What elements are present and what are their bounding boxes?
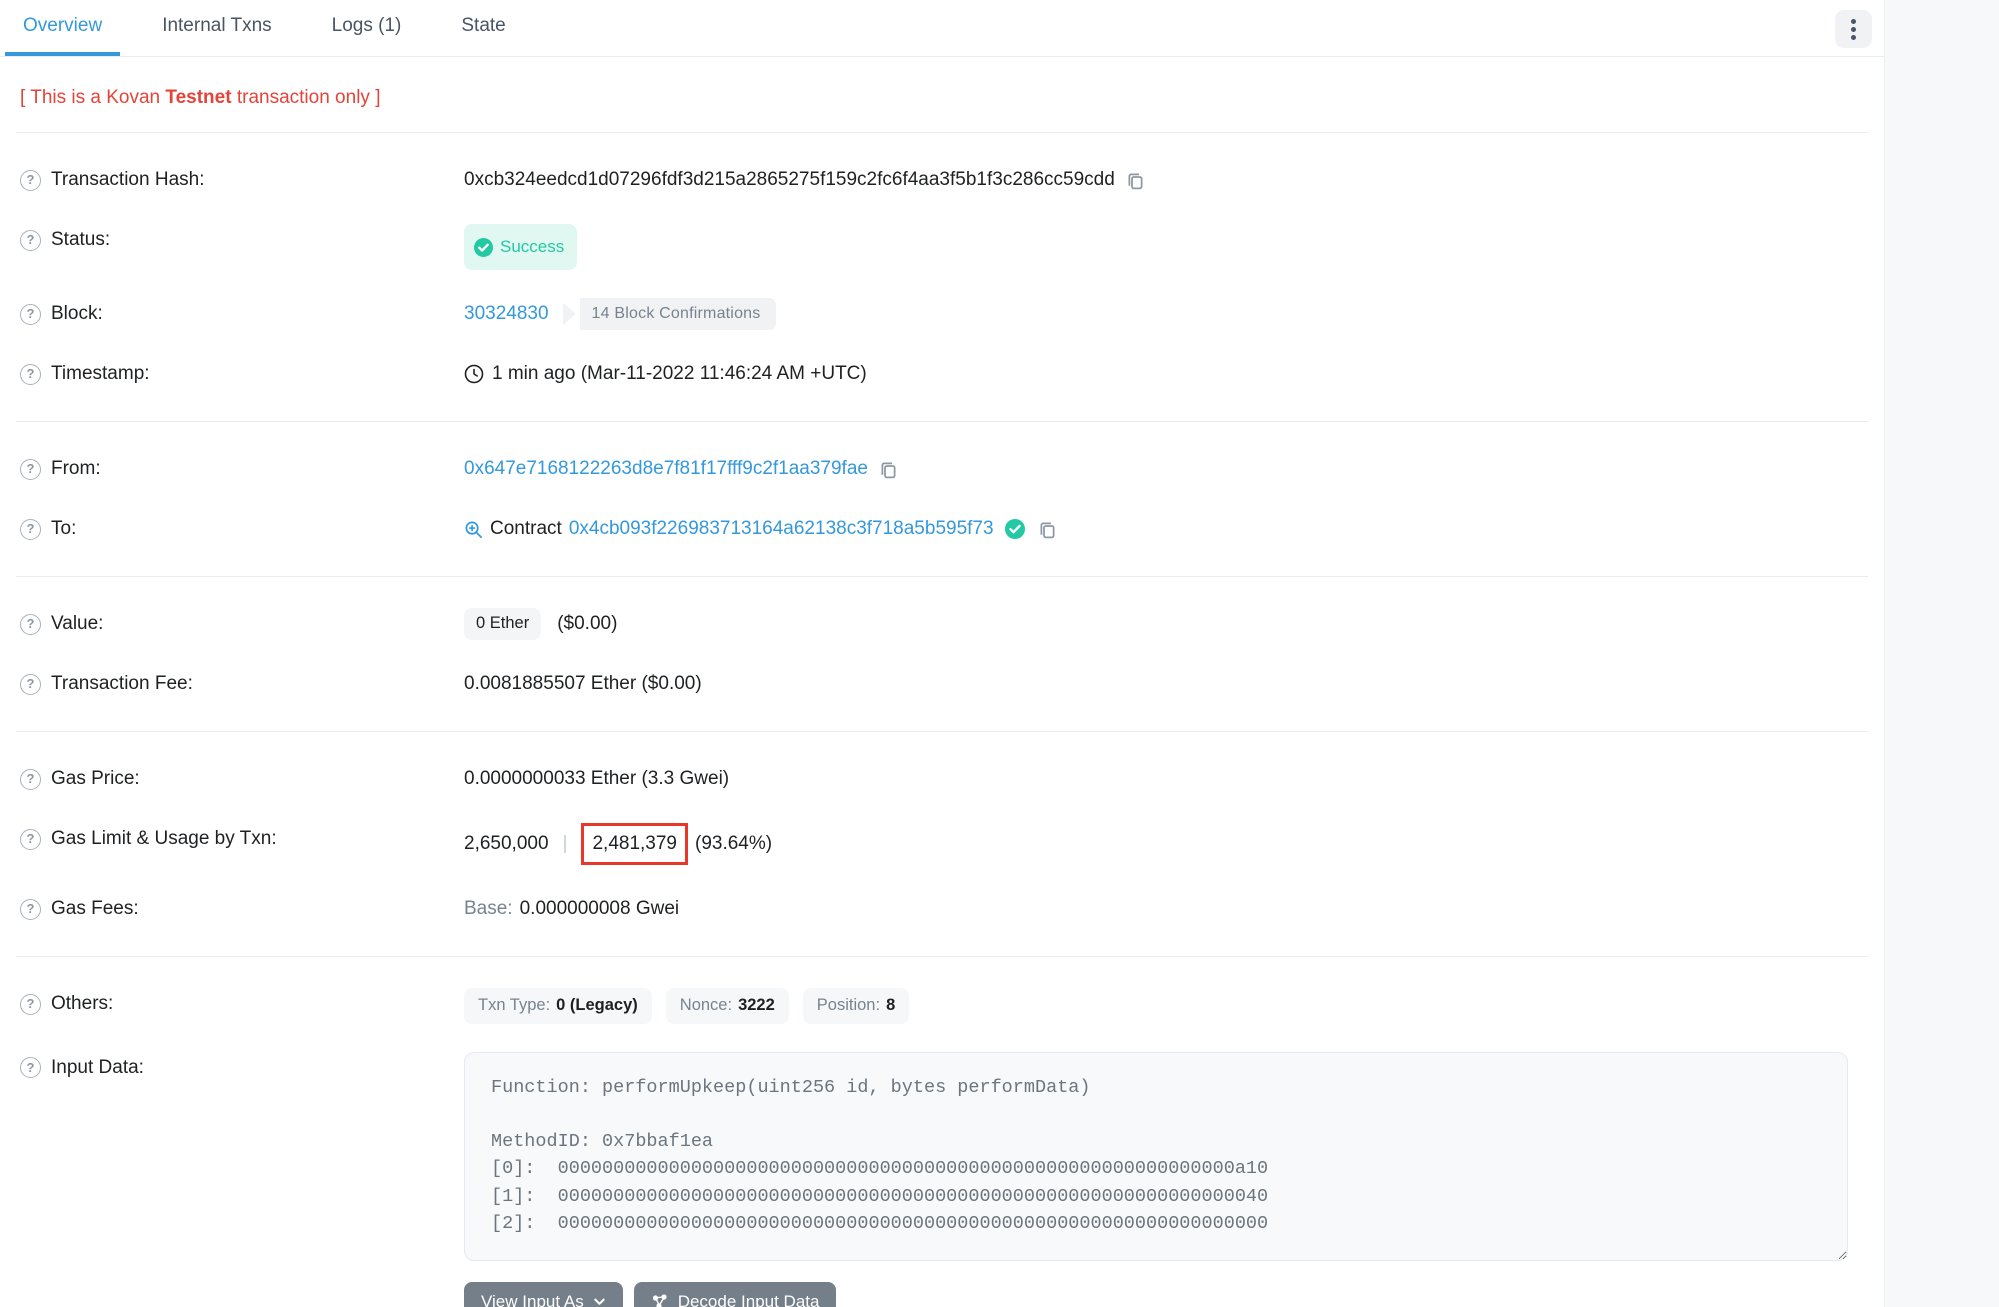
- row-transaction-fee: ? Transaction Fee: 0.0081885507 Ether ($…: [0, 654, 1884, 714]
- chevron-down-icon: [593, 1295, 606, 1307]
- gas-price-value: 0.0000000033 Ether (3.3 Gwei): [464, 763, 729, 795]
- help-icon[interactable]: ?: [20, 170, 41, 191]
- help-icon[interactable]: ?: [20, 230, 41, 251]
- row-label-text: Transaction Fee:: [51, 668, 193, 700]
- block-confirmations-badge: 14 Block Confirmations: [563, 298, 777, 330]
- help-icon[interactable]: ?: [20, 674, 41, 695]
- copy-icon: [1037, 519, 1058, 540]
- row-label-text: To:: [51, 513, 76, 545]
- annotation-highlight-box: 2,481,379: [581, 823, 688, 865]
- row-gas-price: ? Gas Price: 0.0000000033 Ether (3.3 Gwe…: [0, 749, 1884, 809]
- copy-icon: [878, 459, 899, 480]
- row-label-text: Others:: [51, 988, 113, 1020]
- help-icon[interactable]: ?: [20, 364, 41, 385]
- transaction-fee-value: 0.0081885507 Ether ($0.00): [464, 668, 702, 700]
- block-number-link[interactable]: 30324830: [464, 298, 549, 330]
- help-icon[interactable]: ?: [20, 459, 41, 480]
- row-label-text: Value:: [51, 608, 103, 640]
- decode-nodes-icon: [651, 1293, 669, 1307]
- txn-type-badge: Txn Type: 0 (Legacy): [464, 988, 652, 1024]
- row-gas-limit-usage: ? Gas Limit & Usage by Txn: 2,650,000 | …: [0, 809, 1884, 879]
- check-circle-icon: [474, 238, 493, 257]
- to-type-text: Contract: [490, 513, 562, 545]
- arrow-right-icon: [563, 303, 576, 325]
- row-label-text: Transaction Hash:: [51, 164, 204, 196]
- copy-to-address-button[interactable]: [1037, 519, 1058, 540]
- row-from: ? From: 0x647e7168122263d8e7f81f17fff9c2…: [0, 439, 1884, 499]
- row-transaction-hash: ? Transaction Hash: 0xcb324eedcd1d07296f…: [0, 150, 1884, 210]
- row-input-data: ? Input Data: Function: performUpkeep(ui…: [0, 1038, 1884, 1307]
- clock-icon: [464, 364, 484, 384]
- row-status: ? Status: Success: [0, 210, 1884, 284]
- help-icon[interactable]: ?: [20, 1057, 41, 1078]
- ellipsis-icon: [1851, 19, 1856, 24]
- row-timestamp: ? Timestamp: 1 min ago (Mar-11-2022 11:4…: [0, 344, 1884, 404]
- timestamp-value: 1 min ago (Mar-11-2022 11:46:24 AM +UTC): [492, 358, 867, 390]
- row-value: ? Value: 0 Ether ($0.00): [0, 594, 1884, 654]
- position-badge: Position: 8: [803, 988, 909, 1024]
- row-others: ? Others: Txn Type: 0 (Legacy) Nonce: 32…: [0, 974, 1884, 1038]
- copy-icon: [1125, 170, 1146, 191]
- row-gas-fees: ? Gas Fees: Base: 0.000000008 Gwei: [0, 879, 1884, 939]
- usd-value-text: ($0.00): [557, 608, 617, 640]
- row-label-text: Gas Fees:: [51, 893, 139, 925]
- help-icon[interactable]: ?: [20, 769, 41, 790]
- row-block: ? Block: 30324830 14 Block Confirmations: [0, 284, 1884, 344]
- testnet-warning: [ This is a Kovan Testnet transaction on…: [0, 57, 1884, 132]
- help-icon[interactable]: ?: [20, 614, 41, 635]
- ether-value-badge: 0 Ether: [464, 608, 541, 640]
- verified-check-icon: [1005, 519, 1025, 539]
- gas-used-value: 2,481,379: [592, 833, 677, 854]
- tab-internal-txns[interactable]: Internal Txns: [144, 0, 289, 56]
- row-label-text: Gas Limit & Usage by Txn:: [51, 823, 277, 855]
- row-label-text: From:: [51, 453, 101, 485]
- row-label-text: Status:: [51, 224, 110, 256]
- row-label-text: Timestamp:: [51, 358, 150, 390]
- status-text: Success: [500, 231, 564, 263]
- section-summary: ? Transaction Hash: 0xcb324eedcd1d07296f…: [0, 133, 1884, 421]
- status-badge: Success: [464, 224, 577, 270]
- base-fee-value: 0.000000008 Gwei: [520, 893, 680, 925]
- transaction-detail-card: Overview Internal Txns Logs (1) State [ …: [0, 0, 1885, 1307]
- gas-limit-value: 2,650,000: [464, 828, 549, 860]
- section-addresses: ? From: 0x647e7168122263d8e7f81f17fff9c2…: [0, 422, 1884, 576]
- more-options-button[interactable]: [1835, 10, 1872, 48]
- tab-bar: Overview Internal Txns Logs (1) State: [0, 0, 1884, 57]
- section-value-fee: ? Value: 0 Ether ($0.00) ? Transaction F…: [0, 577, 1884, 731]
- help-icon[interactable]: ?: [20, 994, 41, 1015]
- tab-state[interactable]: State: [443, 0, 523, 56]
- row-label-text: Input Data:: [51, 1052, 144, 1084]
- copy-txhash-button[interactable]: [1125, 170, 1146, 191]
- base-fee-label: Base:: [464, 893, 513, 925]
- section-gas: ? Gas Price: 0.0000000033 Ether (3.3 Gwe…: [0, 732, 1884, 956]
- help-icon[interactable]: ?: [20, 899, 41, 920]
- row-label-text: Gas Price:: [51, 763, 140, 795]
- transaction-hash-value: 0xcb324eedcd1d07296fdf3d215a2865275f159c…: [464, 164, 1115, 196]
- help-icon[interactable]: ?: [20, 829, 41, 850]
- separator: |: [563, 828, 568, 860]
- copy-from-address-button[interactable]: [878, 459, 899, 480]
- view-input-as-button[interactable]: View Input As: [464, 1282, 623, 1307]
- to-address-link[interactable]: 0x4cb093f226983713164a62138c3f718a5b595f…: [569, 513, 994, 545]
- row-to: ? To: Contract 0x4cb093f226983713164a621…: [0, 499, 1884, 559]
- nonce-badge: Nonce: 3222: [666, 988, 789, 1024]
- zoom-in-icon[interactable]: [464, 520, 483, 539]
- section-others-input: ? Others: Txn Type: 0 (Legacy) Nonce: 32…: [0, 957, 1884, 1307]
- row-label-text: Block:: [51, 298, 103, 330]
- help-icon[interactable]: ?: [20, 519, 41, 540]
- decode-input-data-button[interactable]: Decode Input Data: [634, 1282, 837, 1307]
- tab-logs[interactable]: Logs (1): [314, 0, 420, 56]
- tab-overview[interactable]: Overview: [5, 0, 120, 56]
- help-icon[interactable]: ?: [20, 304, 41, 325]
- input-data-textarea[interactable]: Function: performUpkeep(uint256 id, byte…: [464, 1052, 1848, 1261]
- gas-used-percent: (93.64%): [695, 828, 772, 860]
- from-address-link[interactable]: 0x647e7168122263d8e7f81f17fff9c2f1aa379f…: [464, 453, 868, 485]
